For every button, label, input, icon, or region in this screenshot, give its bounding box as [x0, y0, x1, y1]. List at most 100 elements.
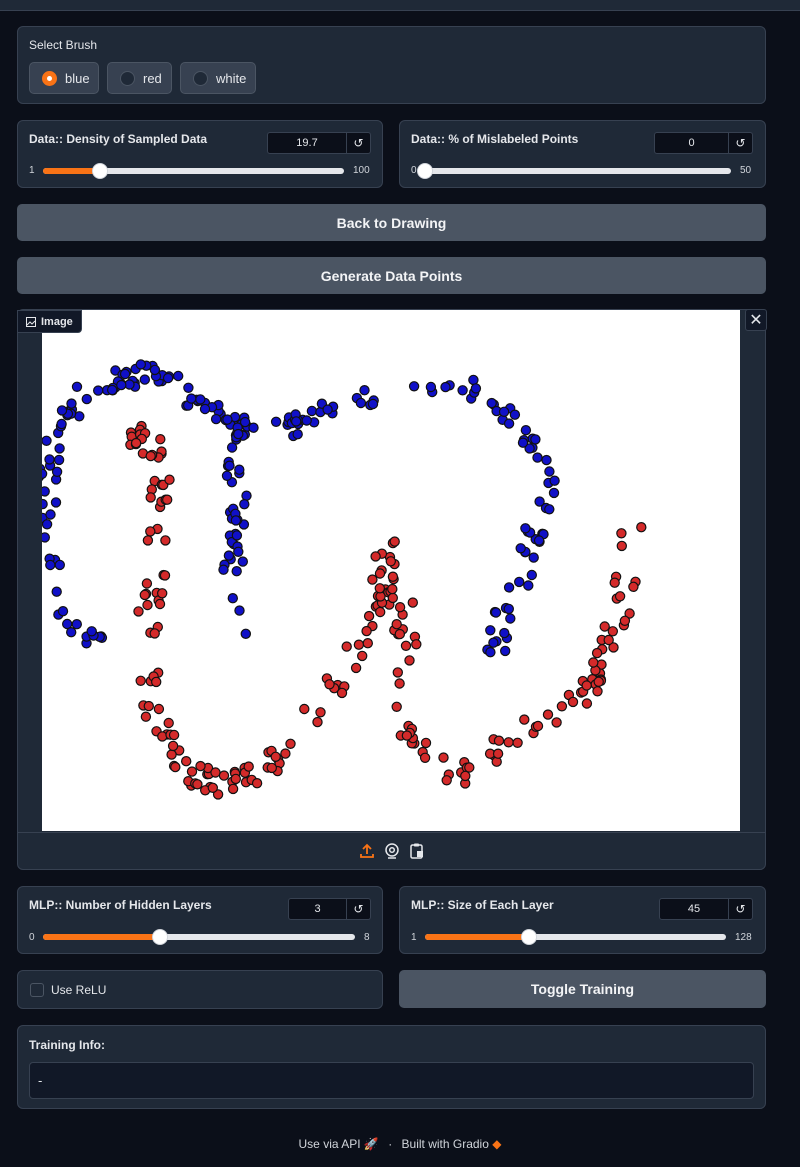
clipboard-icon[interactable] — [408, 842, 426, 860]
red-point — [280, 748, 291, 759]
mislabeled-number-input[interactable]: 0 — [654, 132, 729, 154]
red-point — [143, 700, 155, 712]
drawing-canvas[interactable] — [33, 310, 740, 831]
brush-option-white[interactable]: white — [180, 62, 256, 94]
brush-option-label: blue — [65, 70, 90, 86]
blue-point — [54, 443, 65, 454]
blue-point — [162, 372, 174, 384]
blue-point — [135, 359, 147, 370]
blue-point — [233, 546, 244, 557]
red-point — [133, 606, 144, 617]
generate-data-points-button[interactable]: Generate Data Points — [17, 257, 766, 294]
red-point — [519, 714, 530, 725]
density-slider[interactable] — [43, 163, 344, 179]
blue-point — [503, 582, 515, 593]
red-point — [394, 602, 406, 613]
red-point — [387, 592, 398, 604]
built-with-gradio-link[interactable]: Built with Gradio — [402, 1137, 489, 1151]
layer-size-number-input[interactable]: 45 — [659, 898, 729, 920]
red-point — [166, 749, 177, 760]
red-point — [411, 639, 422, 650]
blue-point — [231, 566, 242, 577]
blue-point — [119, 368, 131, 380]
blue-point — [270, 416, 282, 428]
blue-point — [45, 559, 56, 571]
blue-point — [306, 405, 318, 417]
blue-point — [500, 645, 511, 657]
layer-size-slider[interactable] — [425, 929, 726, 945]
layers-reset-button[interactable]: ↺ — [347, 898, 371, 920]
upload-icon[interactable] — [358, 842, 376, 860]
mislabeled-slider-thumb[interactable] — [417, 163, 433, 179]
back-to-drawing-button[interactable]: Back to Drawing — [17, 204, 766, 241]
red-point — [616, 528, 627, 539]
red-point — [503, 737, 514, 748]
radio-unselected-icon — [193, 70, 208, 86]
top-bar — [0, 0, 800, 11]
webcam-icon[interactable] — [383, 842, 401, 860]
layers-slider[interactable] — [43, 929, 355, 945]
red-point — [130, 437, 142, 449]
red-point — [142, 599, 153, 611]
use-via-api-link[interactable]: Use via API — [299, 1137, 361, 1151]
red-point — [374, 568, 386, 579]
red-point — [312, 716, 323, 728]
red-point — [285, 738, 296, 749]
blue-point — [54, 559, 65, 571]
brush-option-blue[interactable]: blue — [29, 62, 99, 94]
red-point — [391, 619, 402, 630]
density-reset-button[interactable]: ↺ — [347, 132, 371, 154]
red-point — [353, 639, 365, 650]
layers-number-input[interactable]: 3 — [288, 898, 347, 920]
red-point — [207, 782, 218, 793]
red-point — [210, 767, 221, 778]
layers-slider-thumb[interactable] — [152, 929, 168, 945]
blue-point — [240, 628, 251, 639]
red-point — [581, 698, 593, 709]
reset-icon: ↺ — [735, 902, 746, 916]
relu-checkbox[interactable] — [30, 983, 44, 997]
blue-point — [322, 404, 333, 415]
blue-point — [56, 405, 68, 416]
red-point — [394, 628, 405, 640]
blue-point — [485, 647, 496, 658]
blue-point — [222, 414, 233, 425]
mislabeled-slider[interactable] — [417, 163, 731, 179]
red-point — [370, 551, 381, 562]
blue-point — [234, 464, 245, 475]
radio-selected-icon — [42, 70, 57, 86]
red-point — [400, 640, 412, 651]
red-point — [556, 701, 568, 712]
density-slider-thumb[interactable] — [91, 163, 108, 179]
density-label: Data:: Density of Sampled Data — [29, 132, 208, 146]
red-point — [392, 667, 403, 678]
brush-option-label: red — [143, 70, 162, 86]
red-point — [375, 606, 386, 618]
red-point — [350, 662, 362, 674]
blue-point — [541, 454, 552, 466]
toggle-training-button[interactable]: Toggle Training — [399, 970, 766, 1008]
mislabeled-reset-button[interactable]: ↺ — [729, 132, 753, 154]
red-point — [441, 775, 452, 786]
blue-point — [227, 593, 238, 604]
training-info-output: - — [29, 1062, 754, 1099]
layer-size-reset-button[interactable]: ↺ — [729, 898, 753, 920]
blue-point — [231, 530, 243, 541]
red-point — [357, 650, 368, 662]
layer-size-slider-fill — [425, 934, 530, 940]
brush-label: Select Brush — [29, 38, 98, 52]
red-point — [407, 597, 418, 608]
blue-point — [139, 374, 151, 385]
blue-point — [532, 452, 543, 463]
red-point — [341, 641, 352, 652]
blue-point — [221, 470, 233, 481]
density-number-input[interactable]: 19.7 — [267, 132, 347, 154]
brush-option-red[interactable]: red — [107, 62, 172, 94]
red-point — [420, 737, 432, 749]
blue-point — [241, 490, 252, 501]
red-point — [336, 687, 348, 699]
red-point — [628, 581, 639, 592]
blue-point — [488, 637, 499, 648]
close-icon[interactable]: ✕ — [745, 309, 767, 331]
blue-point — [199, 403, 211, 415]
